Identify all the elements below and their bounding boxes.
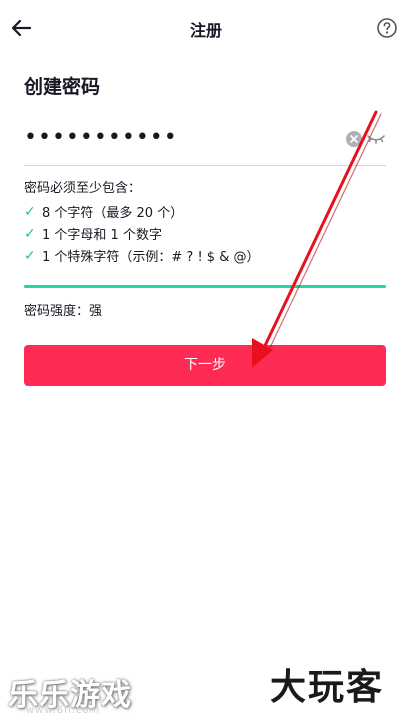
next-button[interactable]: 下一步 xyxy=(24,345,386,386)
password-rules-title: 密码必须至少包含： xyxy=(24,181,142,196)
eye-closed-icon[interactable] xyxy=(366,130,386,148)
check-icon: ✓ xyxy=(24,225,36,242)
page-title: 注册 xyxy=(189,21,222,40)
rule-label: 1 个字母和 1 个数字 xyxy=(42,228,162,243)
rule-item: ✓ 1 个字母和 1 个数字 xyxy=(24,224,162,244)
watermark-logo-right: 大玩客 xyxy=(270,667,385,708)
strength-label: 密码强度： xyxy=(24,304,90,319)
password-masked-value: ••••••••••• xyxy=(24,125,178,150)
rule-item: ✓ 1 个特殊字符（示例：# ? ! $ & @） xyxy=(24,246,260,266)
strength-indicator: 密码强度：强 xyxy=(24,300,102,319)
strength-value: 强 xyxy=(89,304,103,319)
password-input[interactable]: ••••••••••• xyxy=(24,118,386,166)
rule-label: 8 个字符（最多 20 个） xyxy=(42,206,184,221)
check-icon: ✓ xyxy=(24,203,36,220)
top-bar: 注册 xyxy=(0,0,412,56)
rule-label: 1 个特殊字符（示例：# ? ! $ & @） xyxy=(42,250,260,265)
check-icon: ✓ xyxy=(24,247,36,264)
clear-icon[interactable] xyxy=(346,131,362,147)
strength-meter xyxy=(24,285,386,288)
watermark-url: www.6ll.com xyxy=(26,705,101,716)
rule-item: ✓ 8 个字符（最多 20 个） xyxy=(24,202,184,222)
create-password-heading: 创建密码 xyxy=(24,76,101,98)
help-icon[interactable] xyxy=(376,17,398,39)
